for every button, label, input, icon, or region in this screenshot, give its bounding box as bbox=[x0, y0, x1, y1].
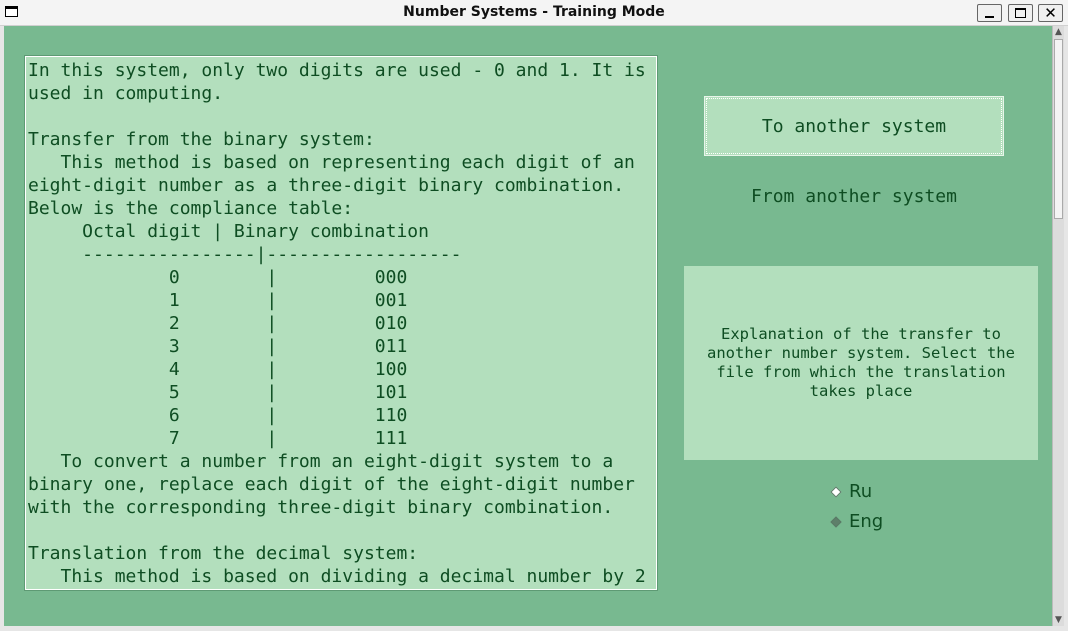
radio-checked-icon bbox=[830, 515, 842, 528]
close-button[interactable]: ✕ bbox=[1038, 4, 1063, 22]
theory-text-box[interactable]: In this system, only two digits are used… bbox=[24, 55, 658, 591]
language-radio-eng[interactable]: Eng bbox=[830, 511, 883, 532]
title-bar: Number Systems - Training Mode ✕ bbox=[0, 0, 1068, 26]
scroll-down-icon[interactable]: ▼ bbox=[1053, 614, 1064, 626]
theory-text: In this system, only two digits are used… bbox=[28, 60, 646, 587]
maximize-button[interactable] bbox=[1008, 4, 1033, 22]
scroll-up-icon[interactable]: ▲ bbox=[1053, 26, 1064, 38]
window-title: Number Systems - Training Mode bbox=[403, 4, 665, 20]
radio-label-ru: Ru bbox=[849, 481, 873, 502]
vertical-scrollbar[interactable]: ▲ ▼ bbox=[1052, 26, 1064, 626]
minimize-icon bbox=[985, 16, 994, 18]
to-another-system-button[interactable]: To another system bbox=[704, 96, 1004, 156]
radio-unchecked-icon bbox=[830, 485, 842, 498]
close-icon: ✕ bbox=[1044, 4, 1057, 22]
main-area: In this system, only two digits are used… bbox=[4, 26, 1052, 626]
explanation-text: Explanation of the transfer to another n… bbox=[707, 325, 1015, 400]
language-radio-ru[interactable]: Ru bbox=[830, 481, 872, 502]
minimize-button[interactable] bbox=[977, 4, 1002, 22]
radio-label-eng: Eng bbox=[849, 511, 884, 532]
from-another-system-button[interactable]: From another system bbox=[704, 167, 1004, 225]
explanation-panel: Explanation of the transfer to another n… bbox=[684, 266, 1038, 460]
scrollbar-thumb[interactable] bbox=[1054, 39, 1063, 219]
maximize-icon bbox=[1015, 8, 1026, 18]
